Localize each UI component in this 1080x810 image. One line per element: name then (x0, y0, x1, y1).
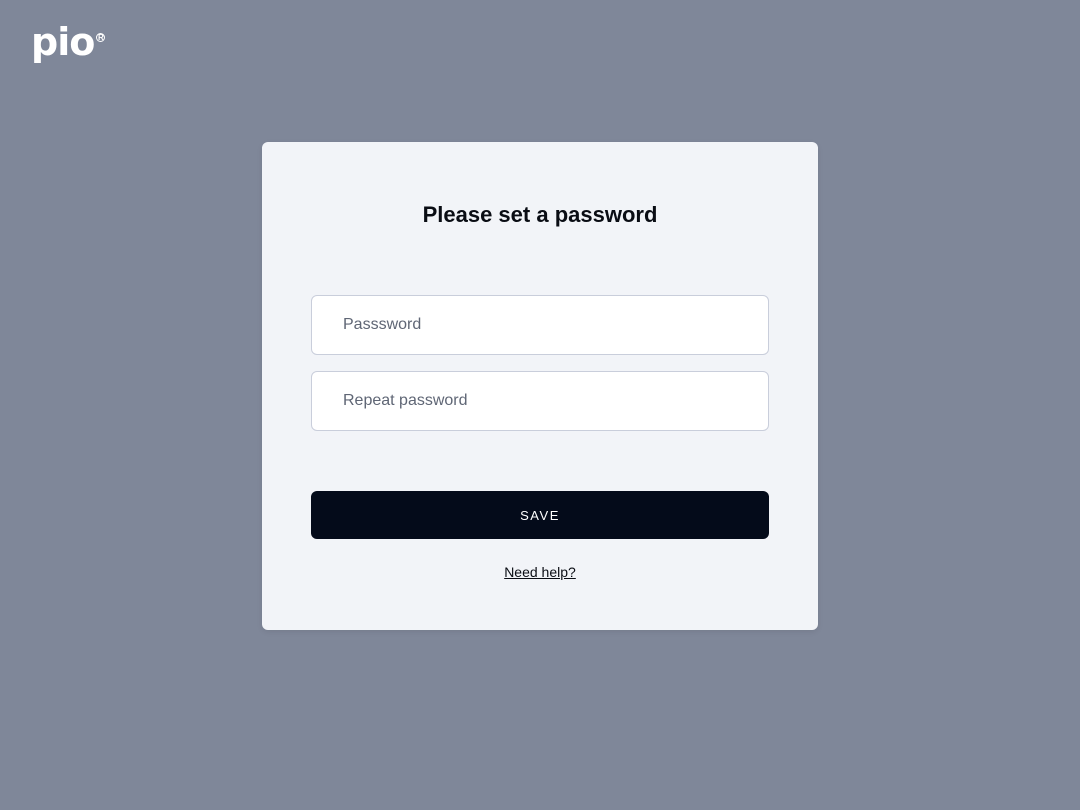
page-title: Please set a password (422, 202, 658, 227)
set-password-card: Please set a password SAVE Need help? (262, 142, 818, 630)
pio-logo: pio R (31, 20, 106, 64)
logo-text: pio (31, 20, 95, 64)
repeat-password-input[interactable] (311, 371, 769, 431)
registered-trademark-icon: R (96, 32, 106, 42)
need-help-link[interactable]: Need help? (504, 564, 576, 580)
password-input[interactable] (311, 295, 769, 355)
save-button[interactable]: SAVE (311, 491, 769, 539)
help-link-container: Need help? (262, 563, 818, 581)
